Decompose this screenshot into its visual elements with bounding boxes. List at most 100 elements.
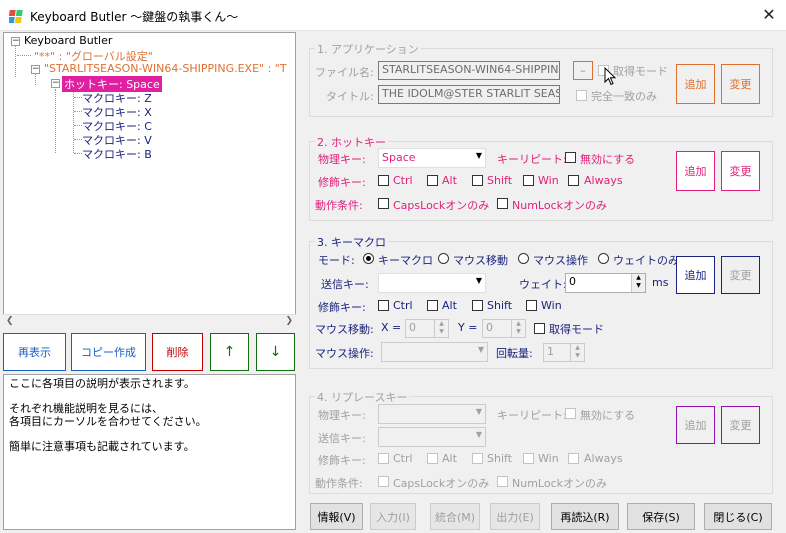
rotation-value: 1 <box>547 345 554 358</box>
replace-add-button[interactable]: 追加 <box>676 406 715 444</box>
copy-button[interactable]: コピー作成 <box>71 333 146 371</box>
y-label: Y = <box>458 321 478 334</box>
spin-arrows-icon[interactable]: ▲ ▼ <box>631 274 645 292</box>
capslock-checkbox[interactable] <box>378 198 389 209</box>
replace-send-select[interactable]: ▼ <box>378 427 486 447</box>
y-spinbox[interactable]: 0 ▲ ▼ <box>482 319 526 338</box>
replace-modifier-label: 修飾キー: <box>318 454 366 467</box>
numlock-label: NumLockオンのみ <box>512 199 607 212</box>
ctrl-checkbox[interactable] <box>378 175 389 186</box>
title-label: タイトル: <box>326 90 374 103</box>
scroll-right-icon[interactable]: ❯ <box>285 316 293 326</box>
replace-shift-checkbox[interactable] <box>472 453 483 464</box>
output-button[interactable]: 出力(E) <box>490 503 540 530</box>
replace-capslock-checkbox[interactable] <box>378 476 389 487</box>
shift-checkbox[interactable] <box>472 175 483 186</box>
close-button[interactable]: ✕ <box>754 4 784 26</box>
collapse-icon[interactable]: − <box>31 65 40 74</box>
mode-mouseop-radio[interactable] <box>518 253 529 264</box>
capslock-label: CapsLockオンのみ <box>393 199 490 212</box>
repeat-disable-checkbox[interactable] <box>565 152 576 163</box>
replace-always-checkbox[interactable] <box>568 453 579 464</box>
macro-change-button[interactable]: 変更 <box>721 256 760 294</box>
send-key-label: 送信キー: <box>321 278 369 291</box>
collapse-icon[interactable]: − <box>51 79 60 88</box>
app-add-button[interactable]: 追加 <box>676 64 715 104</box>
always-checkbox[interactable] <box>568 175 579 186</box>
alt-checkbox[interactable] <box>427 175 438 186</box>
tree-line <box>35 73 36 85</box>
mode-keymacro-radio[interactable] <box>363 253 374 264</box>
wait-value: 0 <box>569 275 576 288</box>
wait-spinbox[interactable]: 0 ▲ ▼ <box>565 273 646 293</box>
horizontal-scrollbar[interactable]: ❮ ❯ <box>3 314 296 329</box>
delete-button[interactable]: 削除 <box>152 333 203 371</box>
save-button[interactable]: 保存(S) <box>627 503 695 530</box>
macro-capture-checkbox[interactable] <box>534 323 545 334</box>
tree-view[interactable]: − Keyboard Butler "**" : "グローバル設定" − "ST… <box>3 32 296 329</box>
scroll-left-icon[interactable]: ❮ <box>6 316 14 326</box>
tree-root[interactable]: Keyboard Butler <box>24 34 112 47</box>
spin-arrows-icon[interactable]: ▲ ▼ <box>434 320 448 337</box>
file-name-input[interactable]: STARLITSEASON-WIN64-SHIPPIN <box>378 61 560 80</box>
reload-button[interactable]: 再読込(R) <box>551 503 619 530</box>
dropdown-arrow-icon: ▼ <box>475 276 482 285</box>
replace-ctrl-label: Ctrl <box>393 452 413 465</box>
replace-physical-select[interactable]: ▼ <box>378 404 486 424</box>
replace-numlock-checkbox[interactable] <box>497 476 508 487</box>
replace-alt-label: Alt <box>442 452 457 465</box>
merge-button[interactable]: 統合(M) <box>430 503 480 530</box>
spin-arrows-icon[interactable]: ▲ ▼ <box>511 320 525 337</box>
rotation-spinbox[interactable]: 1 ▲ ▼ <box>543 343 585 362</box>
move-down-button[interactable]: ↓ <box>256 333 295 371</box>
tree-line <box>17 55 31 56</box>
macro-win-checkbox[interactable] <box>526 300 537 311</box>
app-change-button[interactable]: 変更 <box>721 64 760 104</box>
numlock-checkbox[interactable] <box>497 198 508 209</box>
exact-match-checkbox[interactable] <box>576 90 587 101</box>
physical-key-value: Space <box>382 151 416 164</box>
browse-button[interactable]: – <box>573 61 593 80</box>
tree-app[interactable]: "STARLITSEASON-WIN64-SHIPPING.EXE" : "T <box>44 62 287 75</box>
macro-add-button[interactable]: 追加 <box>676 256 715 294</box>
replace-win-checkbox[interactable] <box>523 453 534 464</box>
macro-shift-checkbox[interactable] <box>472 300 483 311</box>
mode-mousemove-label: マウス移動 <box>453 254 508 267</box>
tree-line <box>74 97 82 98</box>
replace-condition-label: 動作条件: <box>315 477 363 490</box>
replace-win-label: Win <box>538 452 559 465</box>
win-checkbox[interactable] <box>523 175 534 186</box>
collapse-icon[interactable]: − <box>11 37 20 46</box>
macro-alt-checkbox[interactable] <box>427 300 438 311</box>
mode-mousemove-radio[interactable] <box>438 253 449 264</box>
tree-line <box>74 125 82 126</box>
send-key-select[interactable]: ▼ <box>378 273 486 293</box>
description-line: それぞれ機能説明を見るには、 <box>9 402 163 415</box>
mouse-op-select[interactable]: ▼ <box>381 342 488 362</box>
hotkey-add-button[interactable]: 追加 <box>676 151 715 191</box>
description-line: 各項目にカーソルを合わせてください。 <box>9 415 207 428</box>
key-repeat-label: キーリピート: <box>497 153 567 166</box>
replace-change-button[interactable]: 変更 <box>721 406 760 444</box>
tree-macro[interactable]: マクロキー: B <box>82 146 152 162</box>
x-spinbox[interactable]: 0 ▲ ▼ <box>405 319 449 338</box>
refresh-button[interactable]: 再表示 <box>3 333 66 371</box>
spin-arrows-icon[interactable]: ▲ ▼ <box>570 344 584 361</box>
replace-alt-checkbox[interactable] <box>427 453 438 464</box>
replace-repeat-disable-label: 無効にする <box>580 409 636 422</box>
replace-repeat-checkbox[interactable] <box>565 408 576 419</box>
window-title-input[interactable]: THE IDOLM@STER STARLIT SEAS <box>378 85 560 104</box>
wait-label: ウェイト: <box>519 278 567 291</box>
physical-key-select[interactable]: Space ▼ <box>378 148 486 168</box>
input-button[interactable]: 入力(I) <box>370 503 416 530</box>
close-app-button[interactable]: 閉じる(C) <box>704 503 772 530</box>
move-up-button[interactable]: ↑ <box>210 333 249 371</box>
tree-line <box>55 89 56 153</box>
hotkey-change-button[interactable]: 変更 <box>721 151 760 191</box>
mode-waitonly-radio[interactable] <box>598 253 609 264</box>
info-button[interactable]: 情報(V) <box>310 503 363 530</box>
title-bar: Keyboard Butler 〜鍵盤の執事くん〜 ✕ <box>0 0 786 31</box>
replace-ctrl-checkbox[interactable] <box>378 453 389 464</box>
macro-ctrl-checkbox[interactable] <box>378 300 389 311</box>
dropdown-arrow-icon: ▼ <box>475 430 482 439</box>
